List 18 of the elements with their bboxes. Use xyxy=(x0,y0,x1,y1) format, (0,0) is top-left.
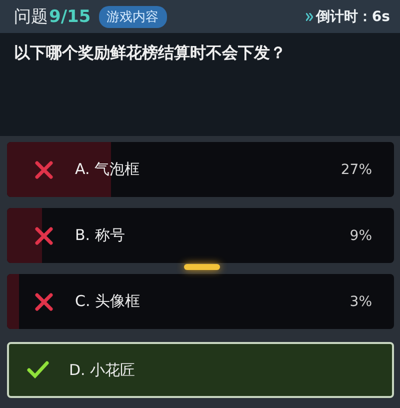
answer-option[interactable]: D. 小花匠 xyxy=(7,342,394,398)
vote-percent: 9% xyxy=(350,228,372,244)
question-text: 以下哪个奖励鲜花榜结算时不会下发？ xyxy=(14,43,287,64)
question-label: 问题 xyxy=(14,6,48,28)
chevron-icon xyxy=(306,12,313,20)
answer-option[interactable]: C. 头像框 3% xyxy=(7,274,394,329)
answer-option[interactable]: B. 称号 9% xyxy=(7,208,394,263)
glow-mark xyxy=(184,264,220,270)
cross-icon xyxy=(33,160,55,180)
check-icon xyxy=(27,360,49,380)
answer-option[interactable]: A. 气泡框 27% xyxy=(7,142,394,197)
countdown-timer: 倒计时：6s xyxy=(316,8,390,26)
question-counter: 9/15 xyxy=(49,6,91,26)
cross-icon xyxy=(33,226,55,246)
vote-percent: 27% xyxy=(340,162,372,178)
cross-icon xyxy=(33,292,55,312)
vote-percent: 3% xyxy=(350,294,372,310)
category-tag: 游戏内容 xyxy=(98,6,167,28)
